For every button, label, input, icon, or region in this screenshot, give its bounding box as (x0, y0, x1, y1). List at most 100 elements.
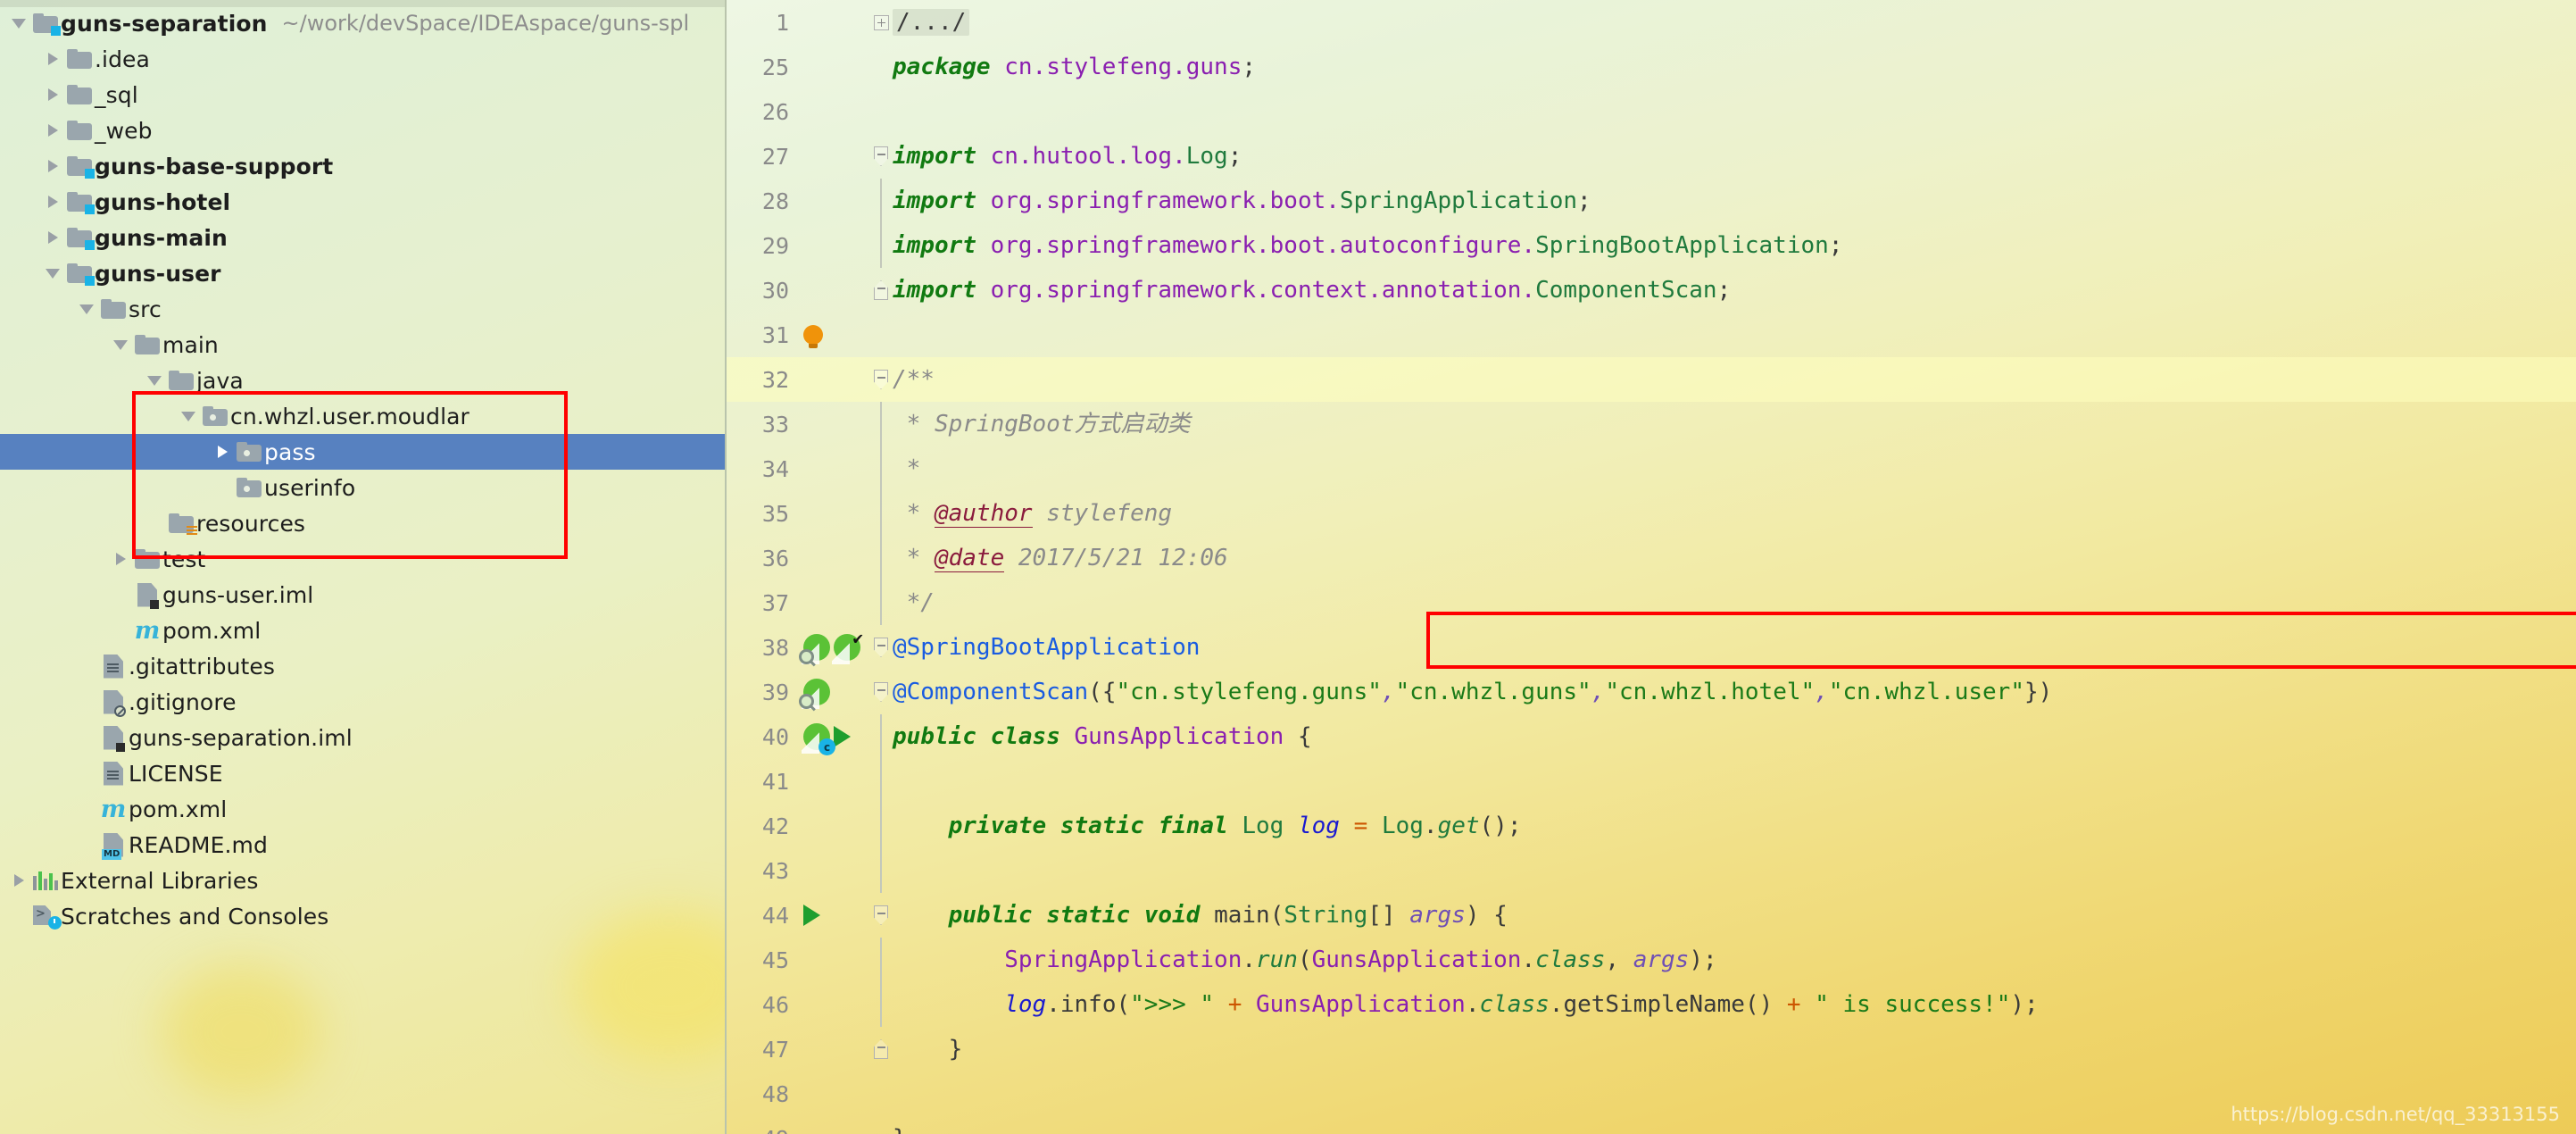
line-number[interactable]: 27 (725, 144, 800, 170)
chevron-down-icon[interactable] (143, 363, 166, 398)
tree-item-src[interactable]: src (0, 291, 725, 327)
code-line[interactable]: 47 } (725, 1027, 2576, 1071)
code-text[interactable]: public static void main(String[] args) { (893, 893, 1508, 938)
tree-item-guns-user-iml[interactable]: guns-user.iml (0, 577, 725, 613)
chevron-down-icon[interactable] (109, 327, 132, 363)
tree-item-guns-separation[interactable]: guns-separation ~/work/devSpace/IDEAspace… (0, 5, 725, 41)
code-line[interactable]: 45 SpringApplication.run(GunsApplication… (725, 938, 2576, 982)
line-number[interactable]: 33 (725, 412, 800, 438)
fold-region-bar[interactable] (869, 848, 893, 893)
line-number[interactable]: 42 (725, 813, 800, 839)
line-number[interactable]: 1 (725, 10, 800, 36)
code-line[interactable]: 34 * (725, 446, 2576, 491)
code-text[interactable]: */ (893, 580, 935, 625)
code-text[interactable]: SpringApplication.run(GunsApplication.cl… (893, 938, 1716, 982)
fold-collapse-icon[interactable] (869, 682, 893, 702)
code-line[interactable]: 46 log.info(">>> " + GunsApplication.cla… (725, 982, 2576, 1027)
fold-region-bar[interactable] (869, 536, 893, 580)
fold-region-bar[interactable] (869, 491, 893, 536)
code-line[interactable]: 39 @ComponentScan({"cn.stylefeng.guns","c… (725, 670, 2576, 714)
bulb-icon[interactable] (803, 325, 823, 348)
code-line[interactable]: 31 (725, 313, 2576, 357)
chevron-right-icon[interactable] (41, 148, 64, 184)
gutter-icons[interactable]: ✔ (799, 630, 869, 664)
code-text[interactable]: /.../ (893, 0, 970, 45)
gutter-icons[interactable]: c (800, 723, 869, 755)
code-line[interactable]: 41 (725, 759, 2576, 804)
fold-region-bar[interactable] (869, 938, 893, 982)
line-number[interactable]: 47 (725, 1037, 800, 1063)
fold-region-bar[interactable] (869, 982, 893, 1027)
fold-collapse-icon[interactable] (869, 146, 893, 166)
tree-item-guns-main[interactable]: guns-main (0, 220, 725, 255)
line-number[interactable]: 39 (725, 680, 800, 705)
line-number[interactable]: 34 (725, 456, 800, 482)
code-line[interactable]: 28 import org.springframework.boot.Spring… (725, 179, 2576, 223)
fold-collapse-icon[interactable] (869, 370, 893, 389)
tree-item-license[interactable]: LICENSE (0, 755, 725, 791)
code-text[interactable]: import org.springframework.context.annot… (893, 268, 1731, 313)
code-text[interactable]: import cn.hutool.log.Log; (893, 134, 1242, 179)
tree-item-test[interactable]: test (0, 541, 725, 577)
fold-region-bar[interactable] (869, 446, 893, 491)
fold-region-bar[interactable] (869, 580, 893, 625)
chevron-right-icon[interactable] (211, 434, 234, 470)
line-number[interactable]: 41 (725, 769, 800, 795)
run-icon[interactable] (803, 905, 820, 926)
chevron-right-icon[interactable] (41, 184, 64, 220)
fold-region-bar[interactable] (869, 714, 893, 759)
code-text[interactable]: public class GunsApplication { (893, 714, 1312, 759)
fold-collapse-icon[interactable] (869, 280, 893, 300)
code-line[interactable]: 40 c public class GunsApplication { (725, 714, 2576, 759)
tree-item-external-libraries[interactable]: External Libraries (0, 863, 725, 898)
code-line[interactable]: 26 (725, 89, 2576, 134)
tree-item-cn-whzl-user-moudlar[interactable]: cn.whzl.user.moudlar (0, 398, 725, 434)
chevron-down-icon[interactable] (177, 398, 200, 434)
code-line[interactable]: 25 package cn.stylefeng.guns; (725, 45, 2576, 89)
spring-check-icon[interactable]: ✔ (832, 630, 863, 664)
tree-item-idea[interactable]: .idea (0, 41, 725, 77)
code-text[interactable]: * @date 2017/5/21 12:06 (893, 536, 1228, 580)
tree-item-guns-user[interactable]: guns-user (0, 255, 725, 291)
line-number[interactable]: 49 (725, 1126, 800, 1134)
run-icon[interactable] (834, 726, 851, 747)
tree-item-pass[interactable]: pass (0, 434, 725, 470)
line-number[interactable]: 40 (725, 724, 800, 750)
spring-bean-config-icon[interactable]: c (802, 723, 835, 755)
line-number[interactable]: 26 (725, 99, 800, 125)
code-text[interactable]: * @author stylefeng (893, 491, 1172, 536)
code-lines[interactable]: 1 /.../ 25 package cn.stylefeng.guns; 26 27 im… (725, 0, 2576, 1134)
fold-collapse-icon[interactable] (869, 1039, 893, 1059)
code-line[interactable]: 36 * @date 2017/5/21 12:06 (725, 536, 2576, 580)
chevron-down-icon[interactable] (75, 291, 98, 327)
tree-item-userinfo[interactable]: userinfo (0, 470, 725, 505)
code-text[interactable]: import org.springframework.boot.SpringAp… (893, 179, 1591, 223)
code-line[interactable]: 27 import cn.hutool.log.Log; (725, 134, 2576, 179)
code-text[interactable]: package cn.stylefeng.guns; (893, 45, 1256, 89)
fold-expand-icon[interactable] (869, 14, 893, 30)
tree-item-guns-hotel[interactable]: guns-hotel (0, 184, 725, 220)
code-line[interactable]: 32 /** (725, 357, 2576, 402)
line-number[interactable]: 36 (725, 546, 800, 571)
code-line[interactable]: 29 import org.springframework.boot.autoco… (725, 223, 2576, 268)
chevron-right-icon[interactable] (41, 220, 64, 255)
gutter-icons[interactable] (800, 325, 869, 348)
spring-bean-icon[interactable] (799, 634, 830, 664)
line-number[interactable]: 30 (725, 278, 800, 304)
chevron-right-icon[interactable] (41, 113, 64, 148)
line-number[interactable]: 45 (725, 947, 800, 973)
code-text[interactable]: * SpringBoot方式启动类 (893, 402, 1191, 446)
fold-region-bar[interactable] (869, 223, 893, 268)
chevron-right-icon[interactable] (7, 863, 30, 898)
line-number[interactable]: 32 (725, 367, 800, 393)
project-tree[interactable]: guns-separation ~/work/devSpace/IDEAspace… (0, 0, 725, 934)
code-line[interactable]: 42 private static final Log log = Log.ge… (725, 804, 2576, 848)
tree-item-pom-xml[interactable]: m pom.xml (0, 791, 725, 827)
tree-item-guns-separation-iml[interactable]: guns-separation.iml (0, 720, 725, 755)
fold-region-bar[interactable] (869, 402, 893, 446)
code-text[interactable]: * (893, 446, 921, 491)
line-number[interactable]: 48 (725, 1081, 800, 1107)
code-line[interactable]: 1 /.../ (725, 0, 2576, 45)
line-number[interactable]: 31 (725, 322, 800, 348)
code-line[interactable]: 30 import org.springframework.context.ann… (725, 268, 2576, 313)
